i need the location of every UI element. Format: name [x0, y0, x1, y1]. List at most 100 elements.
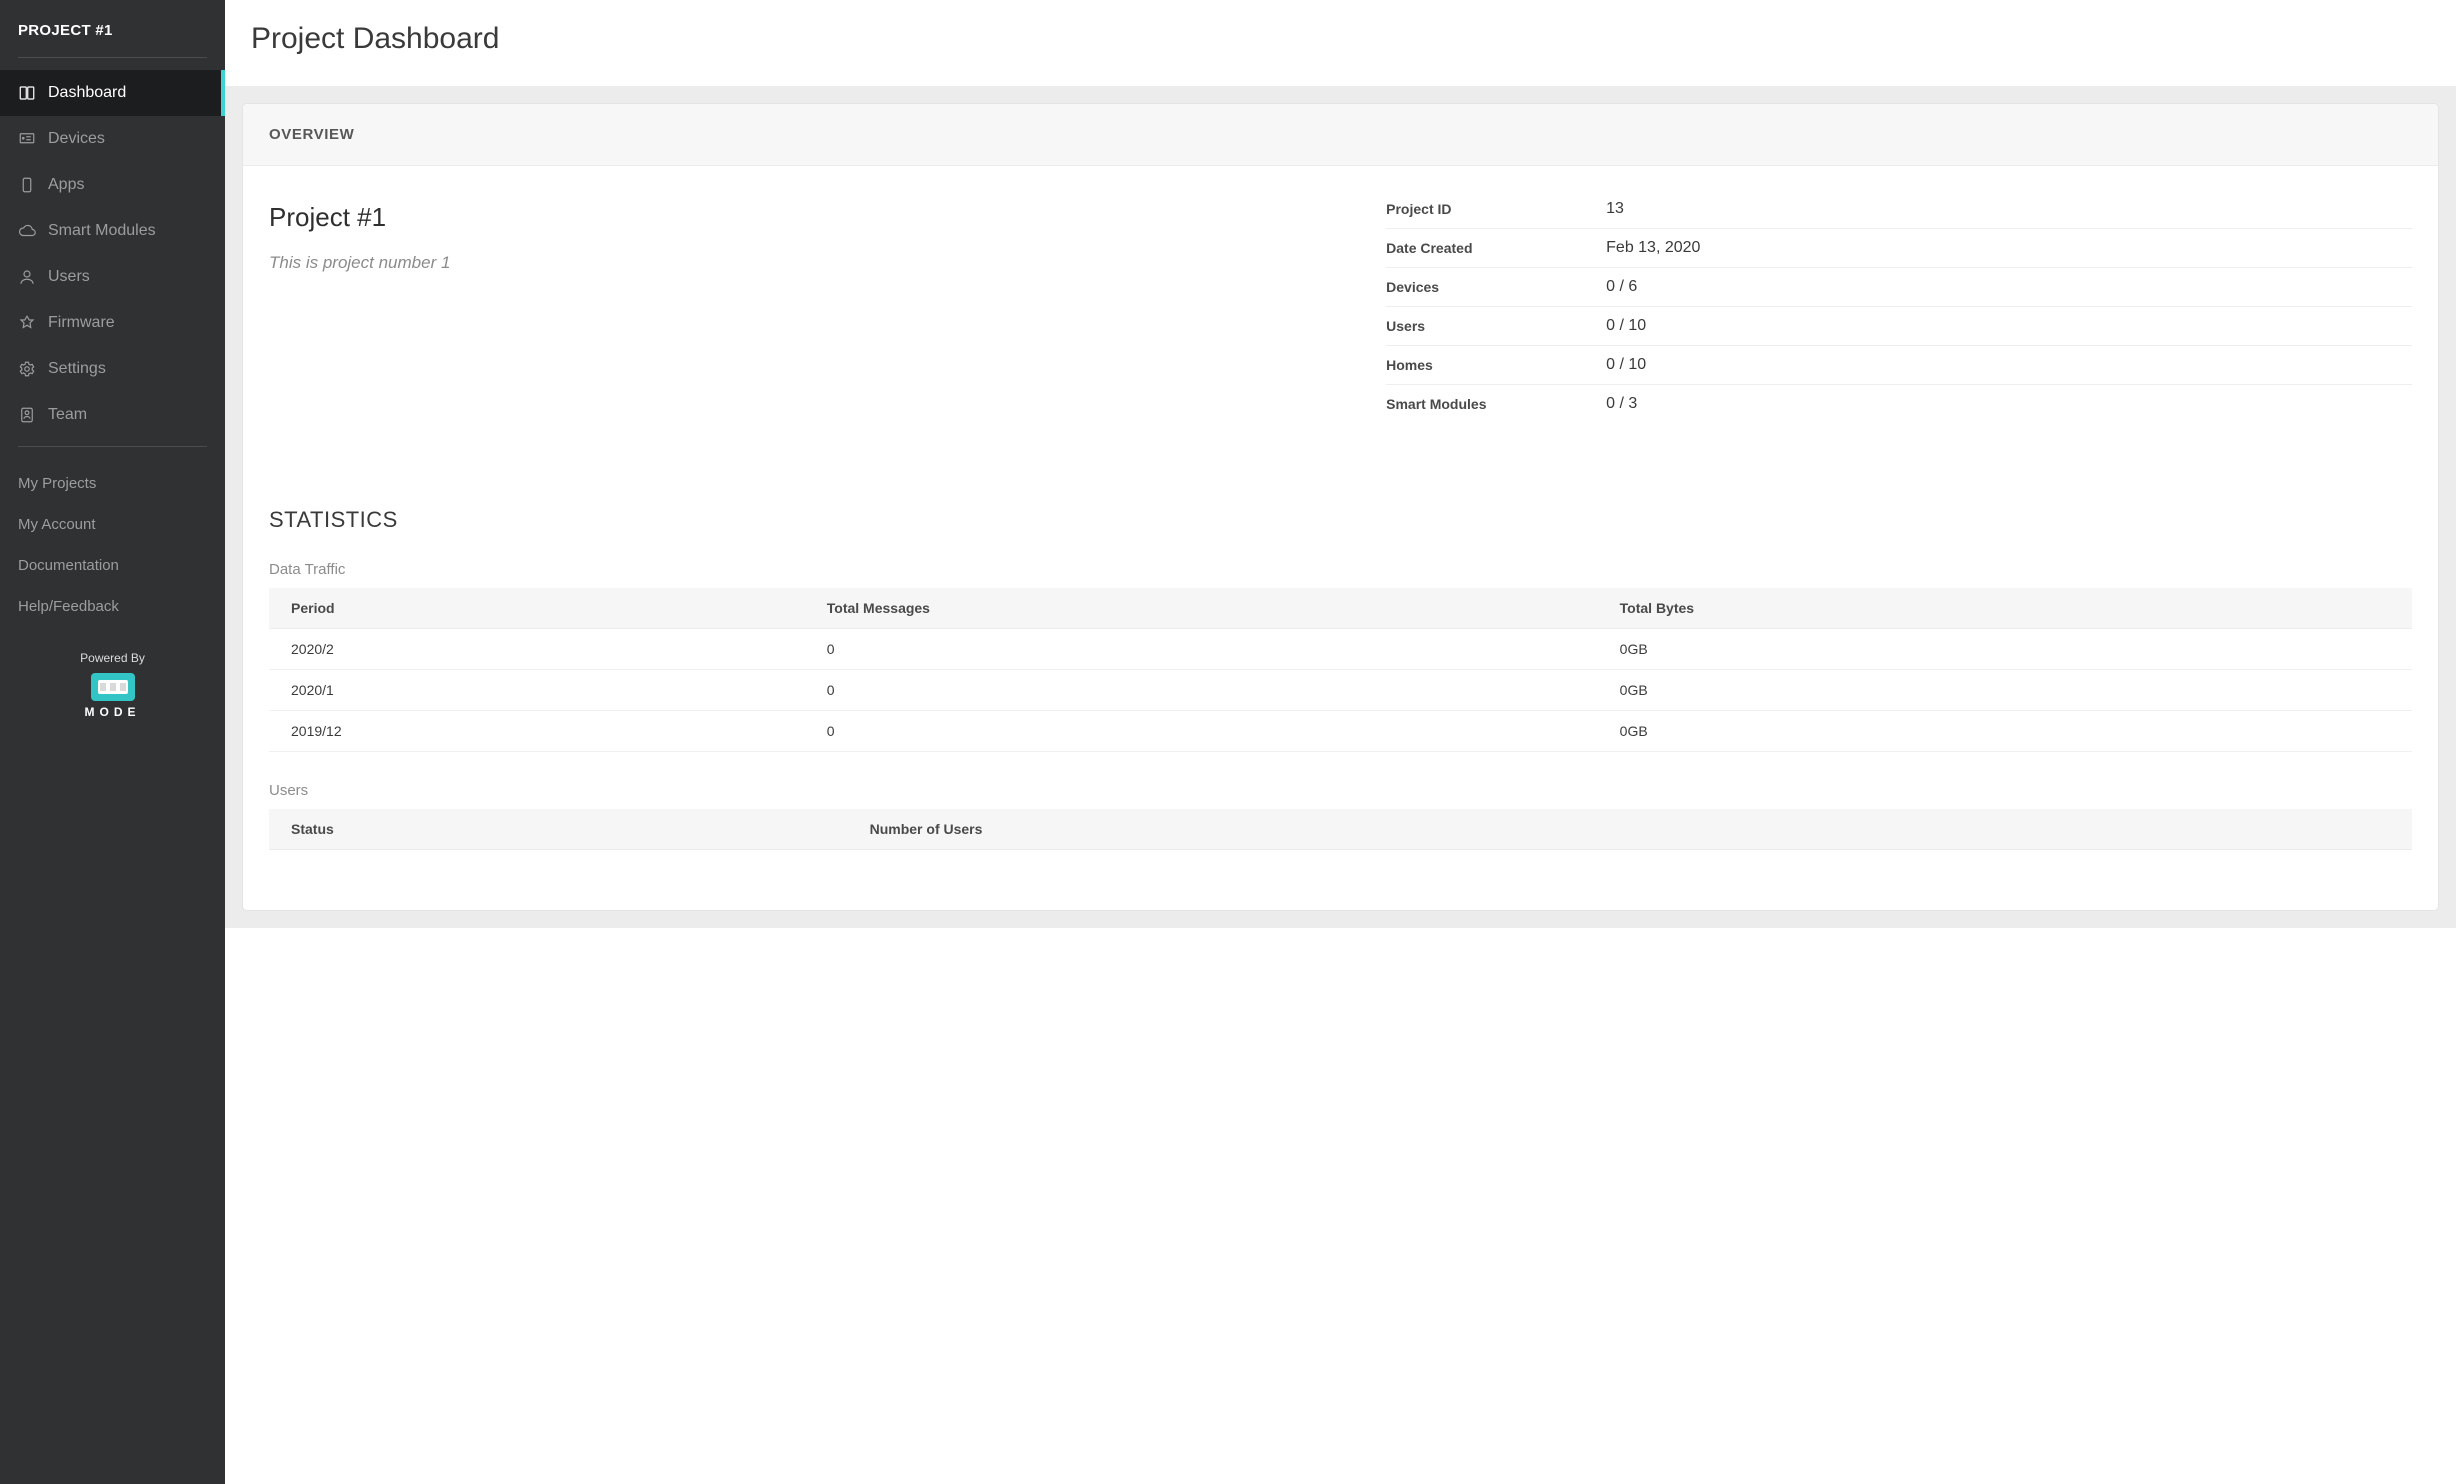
- users-subsection: Users Status Number of Users: [269, 782, 2412, 850]
- overview-card-head: OVERVIEW: [243, 104, 2438, 166]
- cell-total-messages: 0: [805, 711, 1598, 752]
- statistics-heading: STATISTICS: [269, 507, 2412, 533]
- sidebar-link-my-account[interactable]: My Account: [0, 504, 225, 545]
- mode-wordmark: MODE: [85, 705, 141, 719]
- overview-card: OVERVIEW Project #1 This is project numb…: [243, 104, 2438, 910]
- meta-row-users: Users 0 / 10: [1386, 307, 2412, 346]
- sidebar-link-label: My Projects: [18, 475, 96, 492]
- data-traffic-table: Period Total Messages Total Bytes 2020/2…: [269, 588, 2412, 752]
- cell-period: 2020/2: [269, 629, 805, 670]
- sidebar-item-label: Team: [48, 406, 87, 424]
- meta-row-project-id: Project ID 13: [1386, 190, 2412, 229]
- meta-label: Date Created: [1386, 240, 1566, 256]
- meta-label: Smart Modules: [1386, 396, 1566, 412]
- sidebar-link-label: Documentation: [18, 557, 119, 574]
- nav-group-secondary: My Projects My Account Documentation Hel…: [0, 459, 225, 631]
- nav-group-primary: Dashboard Devices Apps Smart Modules Use…: [0, 70, 225, 446]
- meta-label: Homes: [1386, 357, 1566, 373]
- sidebar-item-label: Devices: [48, 130, 105, 148]
- table-row: 2019/12 0 0GB: [269, 711, 2412, 752]
- cell-period: 2019/12: [269, 711, 805, 752]
- cell-total-bytes: 0GB: [1598, 670, 2412, 711]
- sidebar-item-label: Smart Modules: [48, 222, 156, 240]
- meta-row-devices: Devices 0 / 6: [1386, 268, 2412, 307]
- sidebar-item-label: Settings: [48, 360, 106, 378]
- sidebar: PROJECT #1 Dashboard Devices Apps Smart: [0, 0, 225, 1484]
- sidebar-divider-2: [18, 446, 207, 447]
- content-band: OVERVIEW Project #1 This is project numb…: [225, 86, 2456, 928]
- col-period: Period: [269, 588, 805, 629]
- sidebar-item-team[interactable]: Team: [0, 392, 225, 438]
- sidebar-powered-by: Powered By MODE: [0, 631, 225, 743]
- apps-icon: [18, 176, 36, 194]
- meta-value: Feb 13, 2020: [1606, 239, 1700, 257]
- project-name: Project #1: [269, 202, 1346, 233]
- meta-value: 13: [1606, 200, 1624, 218]
- main: Project Dashboard OVERVIEW Project #1 Th…: [225, 0, 2456, 1484]
- overview-left: Project #1 This is project number 1: [269, 190, 1346, 423]
- dashboard-icon: [18, 84, 36, 102]
- sidebar-item-firmware[interactable]: Firmware: [0, 300, 225, 346]
- sidebar-link-label: Help/Feedback: [18, 598, 119, 615]
- mode-logo-icon: [91, 673, 135, 701]
- sidebar-item-users[interactable]: Users: [0, 254, 225, 300]
- overview-body: Project #1 This is project number 1 Proj…: [243, 166, 2438, 477]
- sidebar-link-label: My Account: [18, 516, 96, 533]
- sidebar-header: PROJECT #1: [0, 22, 225, 57]
- sidebar-item-dashboard[interactable]: Dashboard: [0, 70, 225, 116]
- meta-label: Devices: [1386, 279, 1566, 295]
- sidebar-link-my-projects[interactable]: My Projects: [0, 463, 225, 504]
- col-number-of-users: Number of Users: [848, 809, 2412, 850]
- firmware-icon: [18, 314, 36, 332]
- sidebar-item-devices[interactable]: Devices: [0, 116, 225, 162]
- cloud-icon: [18, 222, 36, 240]
- cell-period: 2020/1: [269, 670, 805, 711]
- devices-icon: [18, 130, 36, 148]
- user-icon: [18, 268, 36, 286]
- table-row: 2020/1 0 0GB: [269, 670, 2412, 711]
- data-traffic-title: Data Traffic: [269, 561, 2412, 578]
- cell-total-messages: 0: [805, 629, 1598, 670]
- sidebar-item-label: Users: [48, 268, 90, 286]
- sidebar-item-label: Apps: [48, 176, 84, 194]
- col-total-bytes: Total Bytes: [1598, 588, 2412, 629]
- meta-value: 0 / 6: [1606, 278, 1637, 296]
- cell-total-bytes: 0GB: [1598, 629, 2412, 670]
- page-title: Project Dashboard: [251, 22, 2430, 56]
- meta-value: 0 / 10: [1606, 317, 1646, 335]
- meta-value: 0 / 3: [1606, 395, 1637, 413]
- meta-row-homes: Homes 0 / 10: [1386, 346, 2412, 385]
- users-title: Users: [269, 782, 2412, 799]
- sidebar-project-label: PROJECT #1: [18, 22, 207, 39]
- powered-by-label: Powered By: [0, 651, 225, 665]
- sidebar-item-smart-modules[interactable]: Smart Modules: [0, 208, 225, 254]
- col-total-messages: Total Messages: [805, 588, 1598, 629]
- meta-label: Project ID: [1386, 201, 1566, 217]
- meta-row-date-created: Date Created Feb 13, 2020: [1386, 229, 2412, 268]
- users-table: Status Number of Users: [269, 809, 2412, 850]
- sidebar-item-label: Dashboard: [48, 84, 126, 102]
- overview-meta-table: Project ID 13 Date Created Feb 13, 2020 …: [1386, 190, 2412, 423]
- table-row: 2020/2 0 0GB: [269, 629, 2412, 670]
- data-traffic-subsection: Data Traffic Period Total Messages Total…: [269, 561, 2412, 752]
- sidebar-link-documentation[interactable]: Documentation: [0, 545, 225, 586]
- meta-label: Users: [1386, 318, 1566, 334]
- mode-logo[interactable]: MODE: [85, 673, 141, 719]
- col-status: Status: [269, 809, 848, 850]
- sidebar-item-apps[interactable]: Apps: [0, 162, 225, 208]
- team-icon: [18, 406, 36, 424]
- project-description: This is project number 1: [269, 253, 1346, 273]
- overview-heading: OVERVIEW: [269, 126, 2412, 143]
- cell-total-bytes: 0GB: [1598, 711, 2412, 752]
- statistics-section: STATISTICS Data Traffic Period Total Mes…: [243, 477, 2438, 910]
- page-header: Project Dashboard: [225, 0, 2456, 86]
- gear-icon: [18, 360, 36, 378]
- meta-row-smart-modules: Smart Modules 0 / 3: [1386, 385, 2412, 423]
- sidebar-link-help-feedback[interactable]: Help/Feedback: [0, 586, 225, 627]
- meta-value: 0 / 10: [1606, 356, 1646, 374]
- sidebar-item-settings[interactable]: Settings: [0, 346, 225, 392]
- sidebar-divider: [18, 57, 207, 58]
- table-header-row: Status Number of Users: [269, 809, 2412, 850]
- cell-total-messages: 0: [805, 670, 1598, 711]
- table-header-row: Period Total Messages Total Bytes: [269, 588, 2412, 629]
